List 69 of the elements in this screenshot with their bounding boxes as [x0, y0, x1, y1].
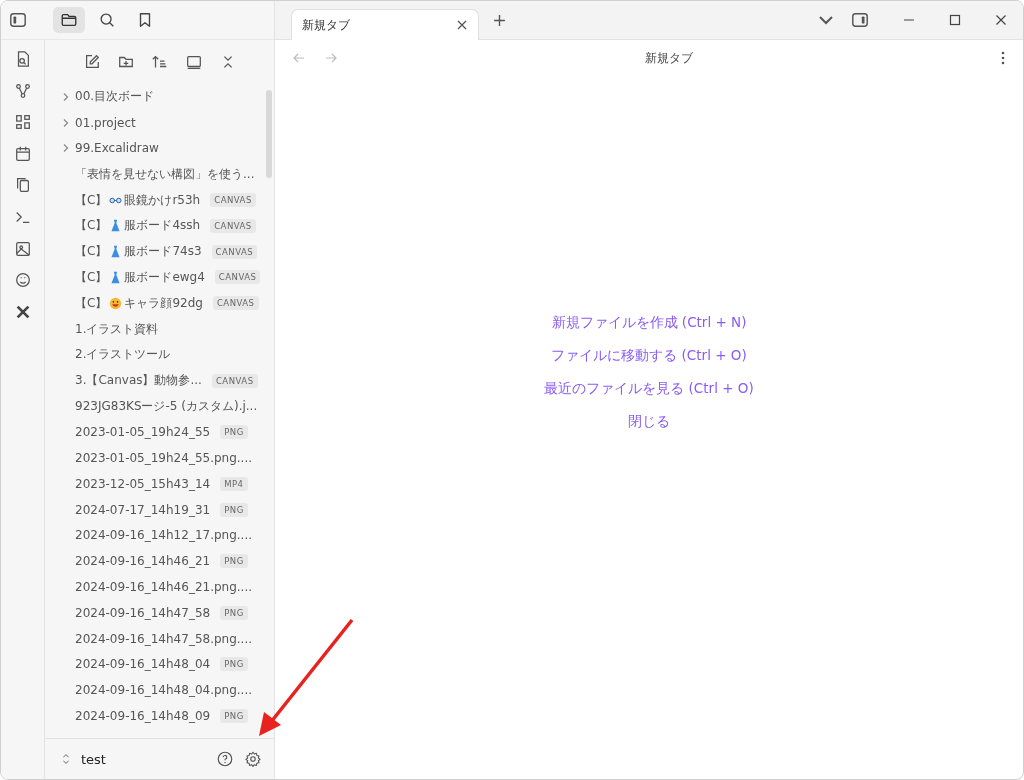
- scrollbar[interactable]: [266, 90, 272, 178]
- file-type-badge: CANVAS: [210, 193, 256, 208]
- calendar-icon[interactable]: [13, 144, 32, 163]
- settings-icon[interactable]: [244, 750, 262, 768]
- file-type-badge: PNG: [220, 709, 248, 723]
- face-icon: [109, 296, 123, 310]
- file-name[interactable]: 2024-09-16_14h47_58.png....: [75, 631, 253, 646]
- file-name[interactable]: 【C】 眼鏡かけr53h: [75, 191, 201, 209]
- file-name[interactable]: 【C】 服ボード74s3: [75, 243, 202, 261]
- file-name[interactable]: 2024-09-16_14h12_17.png....: [75, 528, 253, 543]
- view-title: 新規タブ: [644, 49, 694, 67]
- file-type-badge: PNG: [220, 425, 248, 440]
- tab[interactable]: 新規タブ: [291, 9, 479, 40]
- file-name[interactable]: 2024-09-16_14h46_21.png....: [75, 580, 253, 595]
- file-name[interactable]: 923JG83KSージ-5 (カスタム).j...: [75, 397, 258, 415]
- file-name[interactable]: 2024-09-16_14h48_04: [75, 657, 211, 672]
- file-name[interactable]: 【C】 服ボードewg4: [75, 268, 205, 286]
- folder-icon: [60, 11, 78, 29]
- folder-name[interactable]: 01.project: [75, 115, 136, 130]
- file-type-badge: PNG: [220, 605, 248, 620]
- chevron-right-icon[interactable]: [61, 91, 71, 102]
- search-icon: [98, 11, 116, 29]
- file-name[interactable]: 1.イラスト資料: [75, 320, 159, 338]
- file-type-badge: PNG: [220, 502, 248, 517]
- file-name[interactable]: 2023-12-05_15h43_14: [75, 476, 211, 491]
- file-name[interactable]: 【C】 キャラ顔92dg: [75, 294, 203, 312]
- chevron-right-icon[interactable]: [61, 117, 71, 128]
- file-type-badge: MP4: [220, 476, 248, 491]
- more-options-icon[interactable]: [1001, 51, 1005, 65]
- file-type-badge: CANVAS: [214, 270, 261, 285]
- file-name[interactable]: 2024-07-17_14h19_31: [75, 502, 211, 517]
- right-sidebar-toggle-icon[interactable]: [851, 11, 869, 29]
- file-type-badge: CANVAS: [210, 218, 256, 233]
- close-icon[interactable]: [456, 19, 468, 31]
- file-name[interactable]: 2023-01-05_19h24_55.png....: [75, 451, 253, 466]
- action-link[interactable]: 閉じる: [628, 413, 670, 431]
- file-name[interactable]: 2024-09-16_14h46_21: [75, 554, 211, 569]
- action-link[interactable]: ファイルに移動する (Ctrl + O): [551, 347, 747, 365]
- help-icon[interactable]: [216, 750, 234, 768]
- file-name[interactable]: 3.【Canvas】動物参...: [75, 372, 202, 390]
- file-name[interactable]: 2024-09-16_14h48_04.png....: [75, 683, 253, 698]
- file-name[interactable]: 2.イラストツール: [75, 346, 171, 364]
- file-type-badge: CANVAS: [212, 296, 259, 311]
- layout-icon[interactable]: [184, 53, 203, 71]
- face-icon[interactable]: [13, 271, 32, 290]
- file-name[interactable]: 【C】 服ボード4ssh: [75, 217, 201, 235]
- file-name[interactable]: 2023-01-05_19h24_55: [75, 425, 211, 440]
- maximize-icon[interactable]: [949, 14, 961, 26]
- vault-switch-icon[interactable]: [61, 752, 71, 766]
- folder-name[interactable]: 99.Excalidraw: [75, 141, 159, 156]
- close-icon[interactable]: [995, 14, 1007, 26]
- sidebar-toggle-icon[interactable]: [9, 11, 27, 29]
- file-type-badge: CANVAS: [211, 373, 258, 388]
- action-link[interactable]: 新規ファイルを作成 (Ctrl + N): [551, 314, 747, 332]
- blocks-icon[interactable]: [13, 113, 32, 132]
- file-type-badge: PNG: [220, 554, 248, 569]
- folder-name[interactable]: 00.目次ボード: [75, 88, 155, 106]
- graph-icon[interactable]: [13, 81, 32, 100]
- action-link[interactable]: 最近のファイルを見る (Ctrl + O): [544, 380, 754, 398]
- file-type-badge: PNG: [220, 657, 248, 672]
- file-name[interactable]: 「表情を見せない構図」を使う...: [75, 165, 255, 183]
- file-type-badge: CANVAS: [211, 244, 258, 259]
- chevron-right-icon[interactable]: [61, 143, 71, 154]
- sidebar-tab[interactable]: [53, 7, 85, 33]
- file-name[interactable]: 2024-09-16_14h48_09: [75, 709, 211, 723]
- file-name[interactable]: 2024-09-16_14h47_58: [75, 605, 211, 620]
- new-tab-icon[interactable]: [493, 13, 506, 27]
- image-icon[interactable]: [13, 239, 32, 258]
- vault-name[interactable]: test: [81, 751, 206, 767]
